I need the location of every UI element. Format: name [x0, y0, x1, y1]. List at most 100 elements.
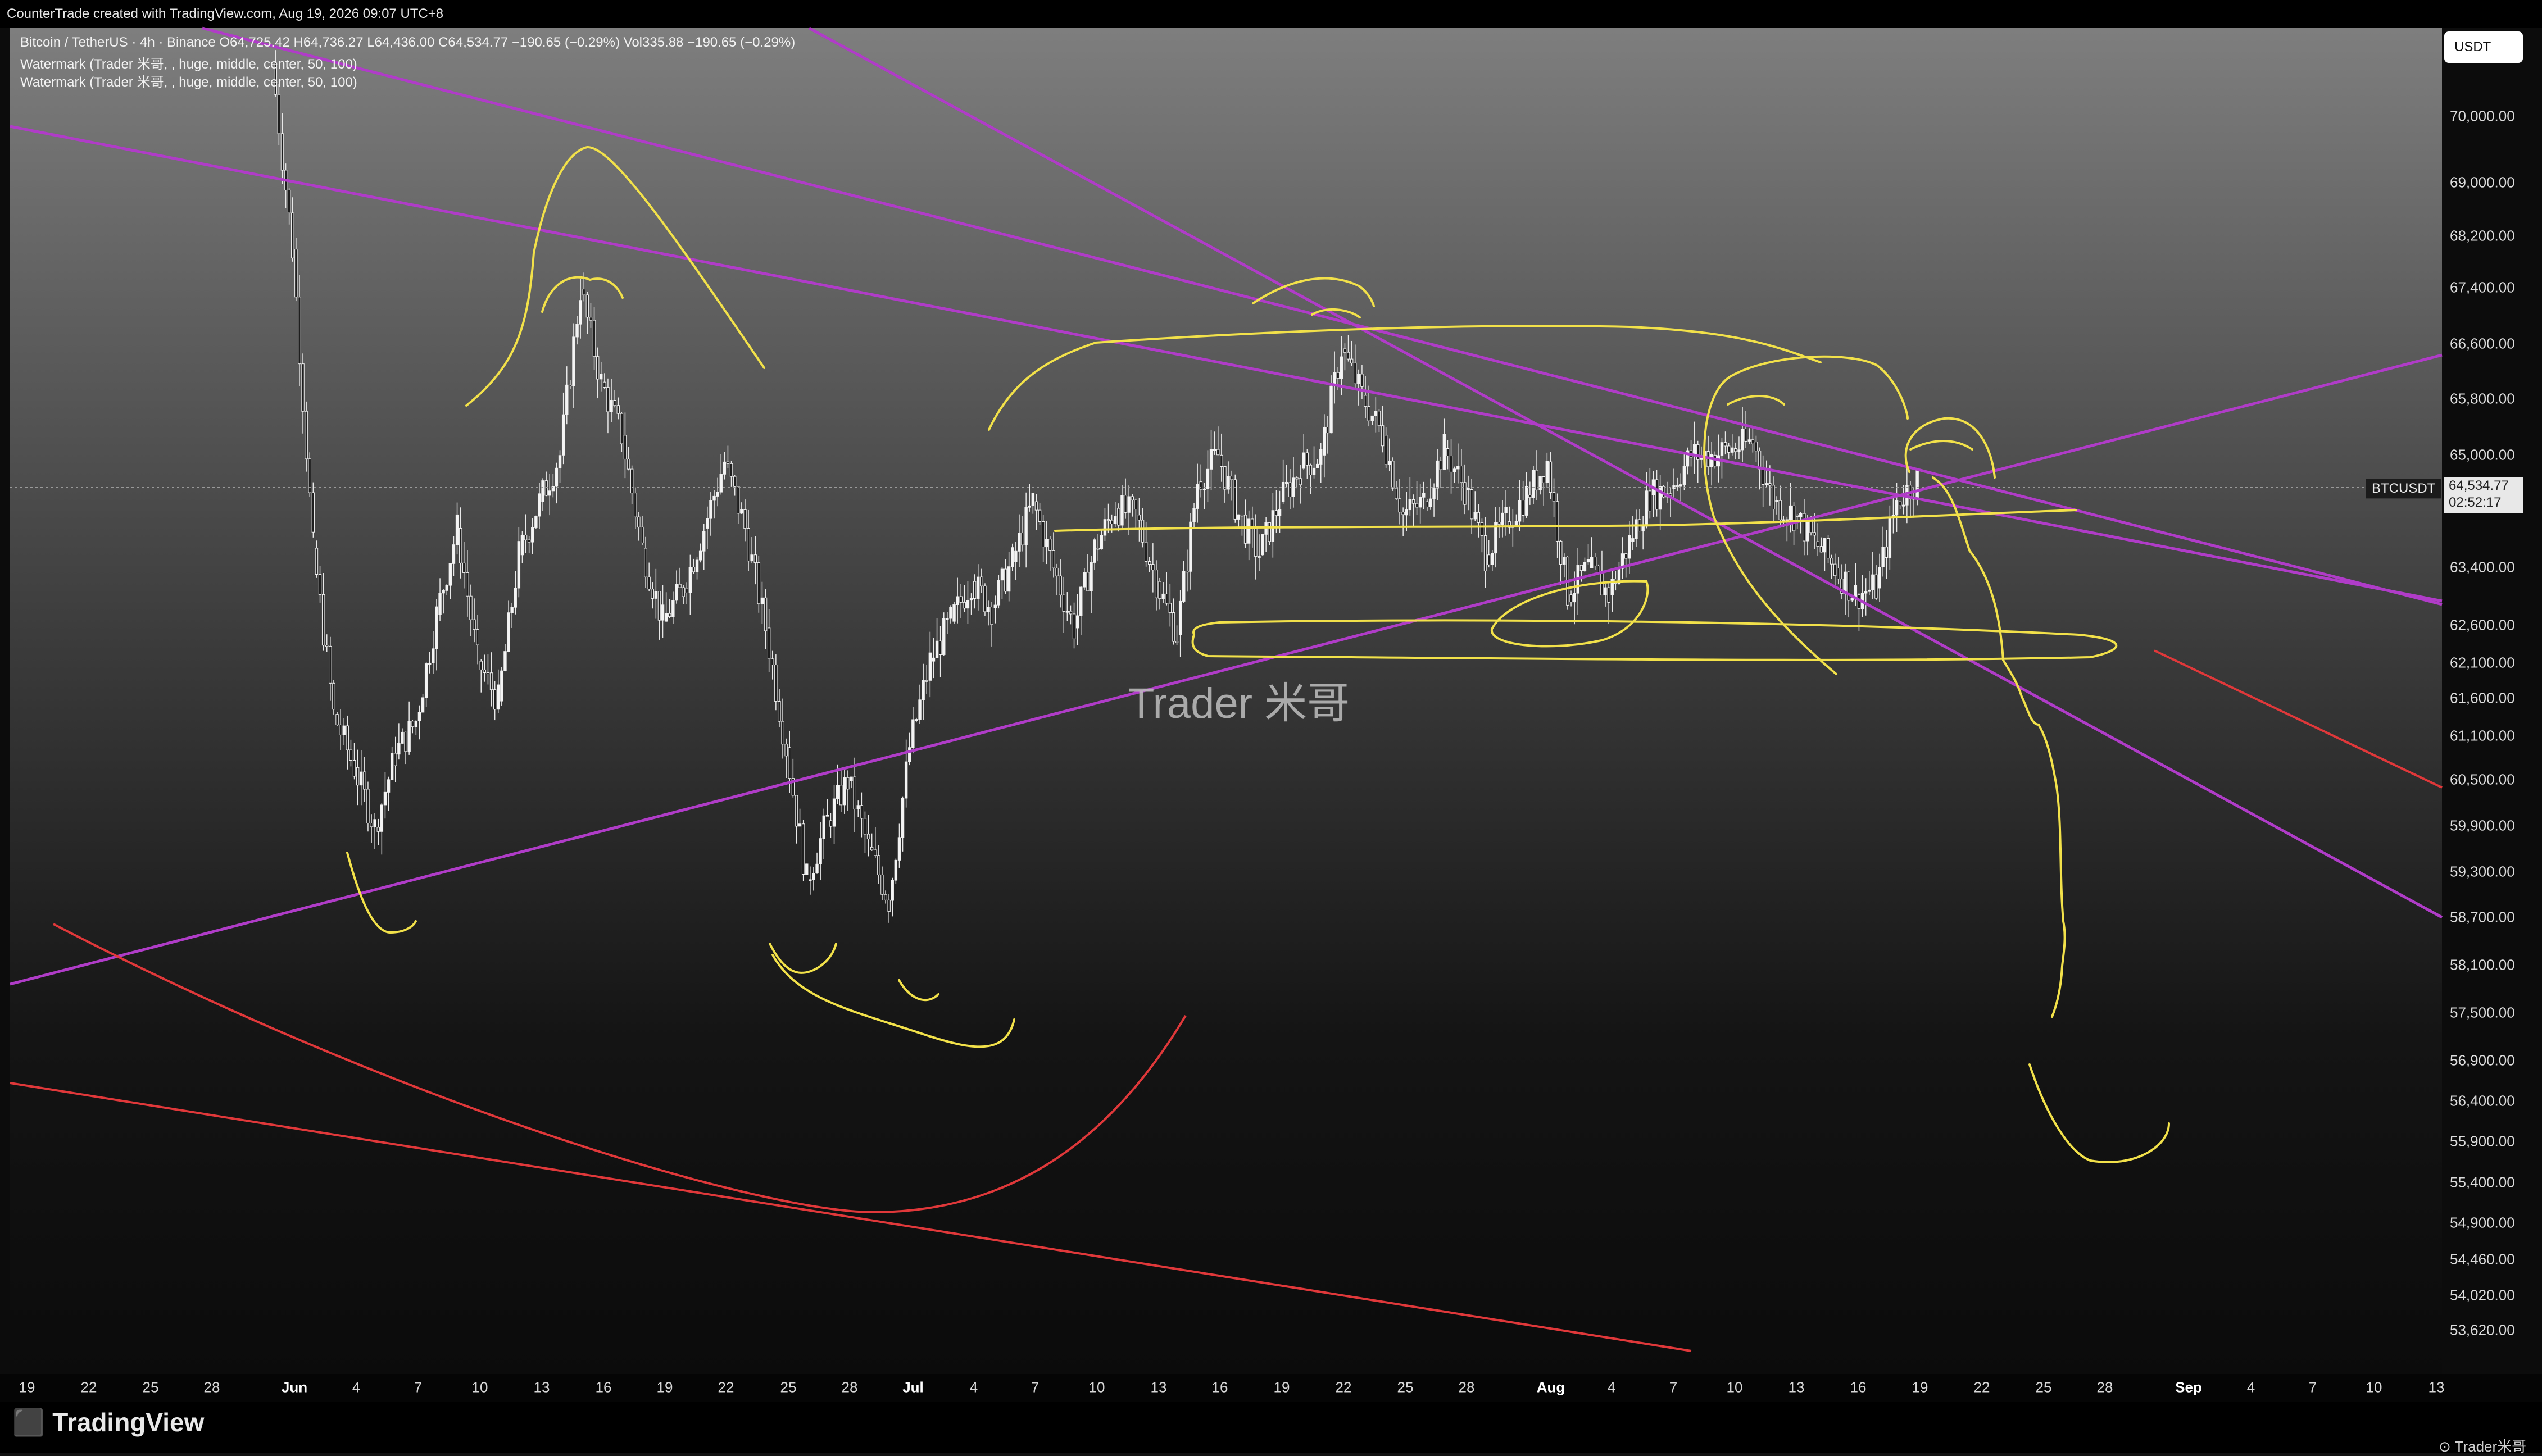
candle-body [836, 785, 839, 799]
candle-body [551, 486, 555, 492]
low-mark-jun30[interactable] [898, 979, 939, 1002]
candle-body [1281, 481, 1285, 502]
candle-body [1607, 587, 1610, 603]
projected-low-arc[interactable] [2028, 1063, 2170, 1163]
candle-body [1285, 481, 1288, 484]
candle-body [764, 597, 768, 631]
candle-body [1432, 488, 1436, 499]
candle-body [1563, 557, 1566, 565]
candle-body [1731, 447, 1734, 453]
currency-button[interactable]: USDT [2444, 31, 2523, 63]
chart-watermark: Trader 米哥 [1128, 680, 1350, 727]
date-tick-label: 22 [1973, 1378, 1990, 1396]
candle-body [1768, 483, 1772, 486]
peak-mark-june[interactable] [541, 276, 624, 313]
descending-trendline-middle[interactable] [202, 26, 2443, 606]
candle-body [1594, 557, 1597, 566]
tradingview-logo[interactable]: ⬛ TradingView [12, 1407, 204, 1438]
candle-body [1034, 501, 1038, 511]
range-bottom-ellipse[interactable] [1191, 619, 2118, 661]
candle-body [1881, 547, 1885, 568]
candle-body [613, 400, 616, 406]
candle-body [904, 761, 908, 799]
candle-body [1055, 567, 1059, 576]
descending-trendline-upper[interactable] [10, 125, 2443, 603]
candle-body [575, 324, 579, 338]
aug-top-mark[interactable] [1727, 395, 1785, 406]
candle-body [390, 753, 394, 780]
low-mark-jun26[interactable] [769, 943, 837, 974]
candle-body [1384, 435, 1388, 465]
candle-body [641, 526, 644, 543]
peak-arc-june[interactable] [465, 145, 765, 407]
candle-body [1292, 477, 1295, 497]
candle-body [1014, 550, 1018, 562]
candle-body [726, 461, 730, 464]
candle-body [1312, 467, 1316, 475]
descending-trendline-steep[interactable] [808, 26, 2443, 919]
date-tick-label: 10 [1088, 1378, 1105, 1396]
candle-body [1405, 509, 1408, 516]
candle-body [363, 771, 366, 790]
projected-path[interactable] [1932, 476, 2066, 1018]
range-top-arc[interactable] [988, 325, 1822, 431]
candle-body [339, 724, 342, 735]
candle-body [1052, 550, 1055, 568]
candle-body [860, 805, 864, 819]
candle-body [675, 584, 678, 601]
low-mark-june[interactable] [346, 852, 417, 934]
aug-low-ellipse[interactable] [1490, 580, 1649, 648]
candle-body [397, 743, 401, 755]
candle-body [1545, 461, 1549, 483]
price-tick-label: 55,400.00 [2450, 1173, 2515, 1191]
price-tick-label: 62,600.00 [2450, 616, 2515, 634]
date-tick-label: 10 [1726, 1378, 1743, 1396]
candle-body [1192, 508, 1196, 522]
candle-body [1096, 548, 1100, 550]
date-tick-label: 4 [352, 1378, 361, 1396]
candle-body [1144, 542, 1148, 562]
candle-body [1765, 483, 1768, 485]
candle-body [647, 576, 651, 590]
legend-watermark-1: Watermark (Trader 米哥, , huge, middle, ce… [20, 57, 357, 72]
candle-body [1624, 553, 1628, 559]
candle-body [657, 591, 661, 621]
candle-body [452, 544, 456, 564]
candle-body [946, 618, 949, 620]
candle-body [922, 680, 925, 700]
candle-body [1452, 468, 1456, 472]
date-tick-label: 19 [1273, 1378, 1290, 1396]
candle-body [1446, 448, 1450, 457]
date-tick-label: 28 [2096, 1378, 2113, 1396]
low-arc-late-june[interactable] [771, 954, 1015, 1048]
candle-body [1590, 557, 1594, 568]
candle-body [1480, 522, 1484, 536]
candle-body [462, 562, 466, 573]
candle-body [1395, 488, 1398, 499]
date-tick-label: 13 [2428, 1378, 2445, 1396]
candle-body [1470, 489, 1473, 520]
candle-body [801, 823, 805, 875]
price-tick-label: 56,900.00 [2450, 1052, 2515, 1069]
range-mid-line[interactable] [1054, 509, 2077, 532]
candle-body [952, 604, 956, 622]
candle-body [671, 600, 675, 617]
red-descending-line[interactable] [2154, 649, 2443, 789]
candle-body [1631, 538, 1635, 542]
candle-body [887, 899, 891, 912]
date-tick-label: 16 [1850, 1378, 1867, 1396]
candle-body [315, 548, 319, 575]
candle-body [1514, 521, 1518, 526]
candle-body [843, 777, 846, 806]
candle-body [874, 849, 877, 856]
candle-body [1737, 449, 1741, 452]
candle-body [925, 680, 928, 682]
current-peak-mark-2[interactable] [1909, 440, 1973, 451]
candle-body [729, 463, 733, 477]
candle-body [493, 689, 497, 710]
candle-body [582, 289, 585, 295]
candle-body [1830, 558, 1833, 565]
red-support-line-lower[interactable] [10, 1082, 1692, 1352]
red-curve[interactable] [53, 923, 1187, 1214]
candle-body [572, 336, 575, 386]
